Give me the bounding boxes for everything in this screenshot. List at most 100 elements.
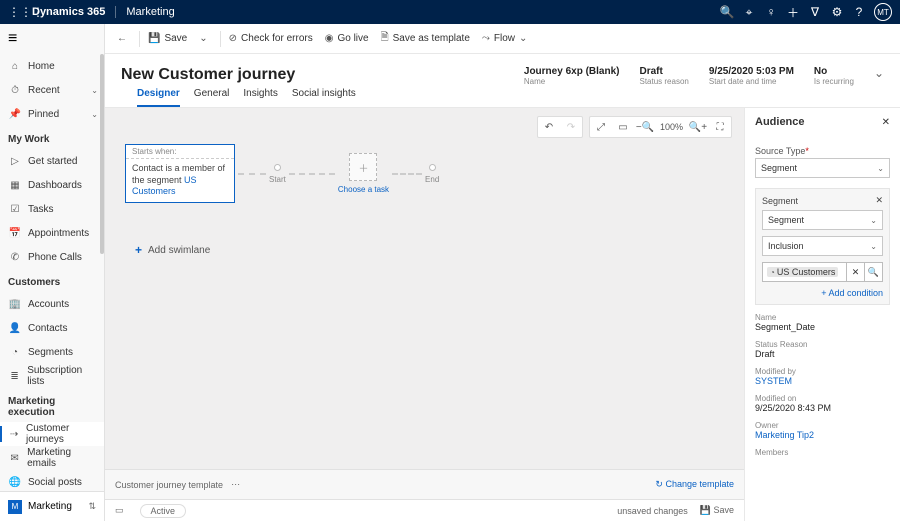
select-value: Segment <box>761 163 877 173</box>
audience-tile[interactable]: Starts when: Contact is a member of the … <box>125 144 235 203</box>
nav-marketing-emails[interactable]: ✉Marketing emails <box>0 446 104 470</box>
save-button[interactable]: 💾Save <box>142 25 193 53</box>
add-icon[interactable]: ＋ <box>782 4 804 21</box>
modifiedby-meta-value[interactable]: SYSTEM <box>755 376 890 386</box>
modifiedon-meta-value: 9/25/2020 8:43 PM <box>755 403 890 413</box>
tab-insights[interactable]: Insights <box>243 88 277 107</box>
nav-get-started[interactable]: ▷Get started <box>0 149 104 173</box>
nav-pinned[interactable]: 📌Pinned⌄ <box>0 102 104 126</box>
segment-lookup[interactable]: ◔US Customers ✕ 🔍 <box>762 262 883 282</box>
nav-label: Social posts <box>28 477 82 488</box>
tab-designer[interactable]: Designer <box>137 88 180 107</box>
help-icon[interactable]: ? <box>848 5 870 19</box>
nav-recent[interactable]: ⏱Recent⌄ <box>0 78 104 102</box>
user-avatar[interactable]: MT <box>874 3 892 21</box>
fit-button[interactable]: ⤢ <box>590 116 612 138</box>
add-swimlane-label: Add swimlane <box>148 245 210 256</box>
nav-dashboards[interactable]: ▦Dashboards <box>0 173 104 197</box>
inclusion-select[interactable]: Inclusion⌄ <box>762 236 883 256</box>
template-menu-icon[interactable]: ⋯ <box>231 479 240 490</box>
add-condition-link[interactable]: + Add condition <box>762 288 883 298</box>
segment-icon: ◔ <box>8 347 22 358</box>
nav-tasks[interactable]: ☑ Tasks <box>0 197 104 221</box>
source-type-select[interactable]: Segment⌄ <box>755 158 890 178</box>
tab-social-insights[interactable]: Social insights <box>292 88 356 107</box>
area-switcher[interactable]: M Marketing ⇅ <box>0 491 104 521</box>
zoom-in-button[interactable]: 🔍+ <box>687 116 709 138</box>
nav-customer-journeys[interactable]: ⇢ Customer journeys <box>0 422 104 446</box>
nav-group-mywork: My Work <box>0 126 104 149</box>
light-icon[interactable]: ♀ <box>760 5 782 19</box>
source-type-label: Source Type <box>755 146 890 156</box>
nav-social-posts[interactable]: 🌐Social posts <box>0 470 104 491</box>
name-meta-value: Segment_Date <box>755 322 890 332</box>
zoom-out-button[interactable]: −🔍 <box>634 116 656 138</box>
menu-toggle-icon[interactable]: ≡ <box>0 24 104 54</box>
search-icon[interactable]: 🔍 <box>716 5 738 19</box>
main-region: ← 💾Save ⌄ ⊘Check for errors ◉Go live 🗎Sa… <box>105 24 900 521</box>
assistant-icon[interactable]: ⌖ <box>738 5 760 20</box>
cmd-label: Save as template <box>393 33 470 44</box>
person-icon: 👤 <box>8 323 22 334</box>
nav-label: Subscription lists <box>27 365 98 387</box>
block-close-icon[interactable]: ✕ <box>875 195 883 206</box>
nav-segments[interactable]: ◔Segments <box>0 340 104 364</box>
editable-icon[interactable]: ▭ <box>115 505 124 516</box>
nav-label: Contacts <box>28 323 67 334</box>
name-meta-label: Name <box>755 313 890 322</box>
start-node <box>274 164 281 171</box>
area-letter: M <box>8 500 22 514</box>
nav-label: Tasks <box>28 204 54 215</box>
module-name[interactable]: Marketing <box>115 6 174 18</box>
segment-type-select[interactable]: Segment⌄ <box>762 210 883 230</box>
nav-phone-calls[interactable]: ✆Phone Calls <box>0 245 104 269</box>
check-icon: ☑ <box>8 204 22 215</box>
clock-icon: ⏱ <box>8 85 22 96</box>
redo-button[interactable]: ↷ <box>560 116 582 138</box>
undo-button[interactable]: ↶ <box>538 116 560 138</box>
snap-button[interactable]: ▭ <box>612 116 634 138</box>
flow-icon: ⤳ <box>482 33 490 44</box>
header-expand-icon[interactable]: ⌄ <box>874 66 884 80</box>
modifiedon-meta-label: Modified on <box>755 394 890 403</box>
nav-contacts[interactable]: 👤 Contacts <box>0 316 104 340</box>
command-bar: ← 💾Save ⌄ ⊘Check for errors ◉Go live 🗎Sa… <box>105 24 900 54</box>
go-live-button[interactable]: ◉Go live <box>319 25 375 53</box>
owner-meta-value[interactable]: Marketing Tip2 <box>755 430 890 440</box>
save-as-template-button[interactable]: 🗎Save as template <box>375 25 476 53</box>
chevron-down-icon: ⌄ <box>91 110 98 119</box>
app-launcher-icon[interactable]: ⋮⋮⋮ <box>8 5 24 19</box>
lookup-search-icon[interactable]: 🔍 <box>865 262 883 282</box>
save-menu-button[interactable]: ⌄ <box>193 25 217 53</box>
back-button[interactable]: ← <box>111 25 137 53</box>
nav-label: Dashboards <box>28 180 82 191</box>
state-button[interactable]: Active <box>140 504 187 518</box>
choose-task-tile[interactable]: ＋ <box>349 153 377 181</box>
modifiedby-meta-label: Modified by <box>755 367 890 376</box>
flow-button[interactable]: ⤳Flow⌄ <box>476 25 538 53</box>
choose-task-label[interactable]: Choose a task <box>338 185 389 194</box>
journey-icon: ⇢ <box>8 429 20 440</box>
end-node <box>429 164 436 171</box>
record-header: New Customer journey Designer General In… <box>105 54 900 108</box>
plus-icon: + <box>135 243 142 257</box>
nav-label: Get started <box>28 156 77 167</box>
change-template-link[interactable]: ↻ Change template <box>655 479 734 490</box>
nav-appointments[interactable]: 📅Appointments <box>0 221 104 245</box>
nav-label: Customer journeys <box>26 423 98 445</box>
settings-gear-icon[interactable]: ⚙ <box>826 5 848 19</box>
select-value: Inclusion <box>768 241 870 251</box>
nav-subscription-lists[interactable]: ≣Subscription lists <box>0 364 104 388</box>
status-footer: ▭ Active unsaved changes 💾 Save <box>105 499 744 521</box>
nav-home[interactable]: ⌂Home <box>0 54 104 78</box>
check-errors-button[interactable]: ⊘Check for errors <box>223 25 319 53</box>
tab-general[interactable]: General <box>194 88 230 107</box>
lookup-clear-icon[interactable]: ✕ <box>847 262 865 282</box>
add-swimlane-button[interactable]: + Add swimlane <box>125 243 724 257</box>
fullscreen-button[interactable]: ⛶ <box>709 116 731 138</box>
panel-close-icon[interactable]: ✕ <box>882 117 890 128</box>
nav-accounts[interactable]: 🏢Accounts <box>0 292 104 316</box>
filter-icon[interactable]: ∇ <box>804 5 826 19</box>
journey-canvas[interactable]: Starts when: Contact is a member of the … <box>105 108 744 469</box>
footer-save-button[interactable]: 💾 Save <box>700 505 734 516</box>
